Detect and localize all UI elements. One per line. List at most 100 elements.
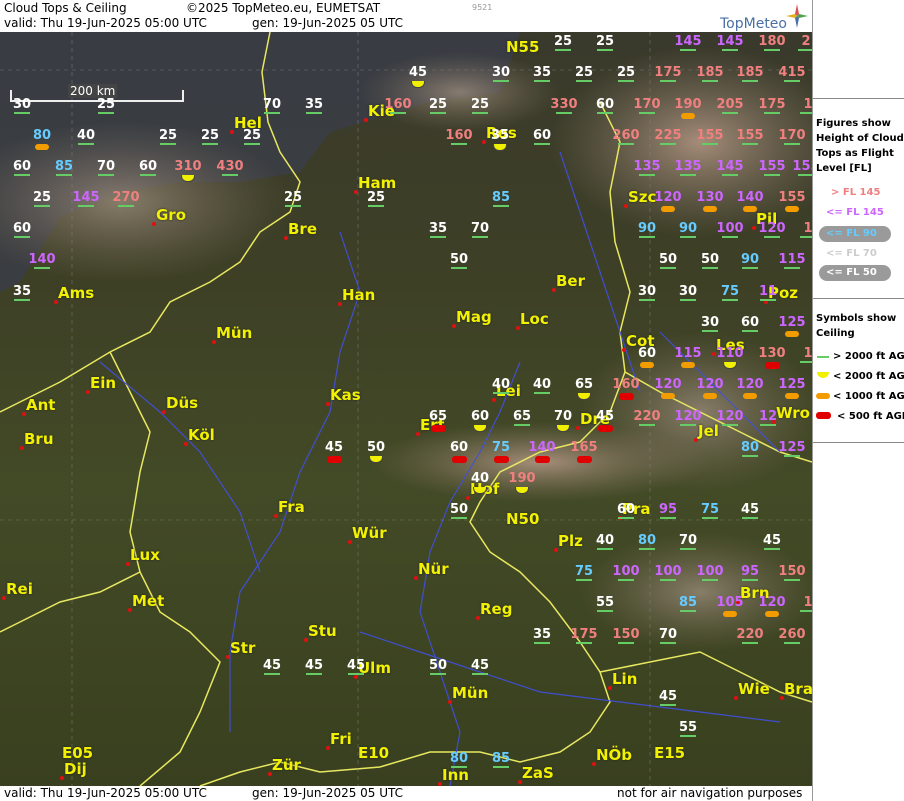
ceiling-above-2000-icon	[576, 579, 592, 581]
cloud-top-value: 115	[670, 347, 706, 368]
map-code: 9521	[472, 3, 493, 12]
cloud-top-value: 25	[366, 190, 386, 207]
cloud-top-value: 155	[788, 160, 812, 176]
ceiling-above-2000-icon	[639, 174, 655, 176]
ceiling-above-2000-icon	[784, 455, 800, 457]
ceiling-above-2000-icon	[597, 112, 613, 114]
cloud-top-value: 125	[774, 316, 810, 337]
city-label: Mün	[452, 684, 489, 702]
cloud-top-value: 25	[470, 97, 490, 114]
cloud-top-value: 25	[283, 190, 303, 207]
cloud-top-value: 25	[595, 34, 615, 51]
cloud-top-value: 125	[778, 440, 806, 457]
ceiling-above-2000-icon	[98, 174, 114, 176]
cloud-top-value: 40	[462, 472, 498, 494]
cloud-top-value: 45	[587, 410, 623, 432]
city-label: Stu	[308, 622, 337, 640]
ceiling-1000-symbol	[816, 393, 830, 399]
city-label: Ber	[556, 272, 586, 290]
ceiling-above-2000-icon	[798, 49, 812, 51]
ceiling-above-2000-icon	[702, 80, 718, 82]
ceiling-below-2000-icon	[723, 362, 737, 369]
cloud-top-value: 45	[762, 533, 782, 550]
legend-symbols-line1: Symbols show	[816, 313, 897, 324]
city-label: Han	[342, 286, 376, 304]
ceiling-above-2000-icon	[576, 642, 592, 644]
legend-title-line2: Height of Cloud	[816, 133, 904, 144]
ceiling-above-2000-icon	[760, 299, 776, 301]
ceiling-above-2000-icon	[534, 80, 550, 82]
legend-divider	[813, 298, 904, 299]
cloud-top-value: 170	[778, 128, 806, 145]
ceiling-above-2000-icon	[493, 766, 509, 768]
legend-ceiling-lt1000: < 1000 ft AGL	[833, 391, 904, 402]
copyright: ©2025 TopMeteo.eu, EUMETSAT	[186, 1, 381, 15]
cloud-top-value: 70	[262, 97, 282, 114]
footer-gen-time: gen: 19-Jun-2025 05 UTC	[252, 786, 404, 800]
cloud-top-value: 12	[758, 409, 778, 426]
legend-symbols-line2: Ceiling	[816, 328, 855, 339]
city-label: Loc	[520, 310, 549, 328]
ceiling-above-2000-icon	[660, 579, 676, 581]
ceiling-below-500-icon	[493, 456, 509, 463]
ceiling-above-2000-icon	[639, 424, 655, 426]
city-marker	[348, 540, 352, 544]
ceiling-above-2000-icon	[680, 49, 696, 51]
cloud-top-value: 85	[491, 751, 511, 768]
cloud-top-value: 50	[358, 441, 394, 463]
cloud-top-value: 145	[716, 34, 744, 51]
city-marker	[592, 762, 596, 766]
cloud-top-value: 60	[441, 441, 477, 463]
ceiling-below-1000-icon	[35, 144, 49, 150]
cloud-top-value: 70	[470, 221, 490, 238]
city-label: Dij	[64, 760, 87, 778]
city-label: Bra	[784, 680, 812, 698]
ceiling-above-2000-icon	[680, 548, 696, 550]
ceiling-above-2000-icon	[660, 517, 676, 519]
ceiling-above-2000-icon	[306, 673, 322, 675]
ceiling-above-2000-icon	[597, 610, 613, 612]
city-label: Lux	[130, 546, 160, 564]
cloud-top-value: 50	[449, 252, 469, 269]
ceiling-below-1000-icon	[785, 206, 799, 212]
satellite-map[interactable]: 200 km Kie Hel Ham Gro Bre Ams Han Ber Szc Pil Mün…	[0, 32, 812, 786]
ceiling-above-2000-icon	[368, 205, 384, 207]
topmeteo-logo[interactable]: TopMeteo	[720, 16, 787, 32]
city-label: NÖb	[596, 746, 633, 764]
city-marker	[624, 204, 628, 208]
ceiling-above-2000-icon	[390, 112, 406, 114]
ceiling-above-2000-icon	[78, 205, 94, 207]
city-label: Ein	[90, 374, 117, 392]
ceiling-above-2000-icon	[742, 80, 758, 82]
ceiling-above-2000-icon	[702, 267, 718, 269]
city-marker	[338, 302, 342, 306]
ceiling-above-2000-icon	[784, 143, 800, 145]
legend-title-line3: Tops as Flight	[816, 148, 894, 159]
city-marker	[694, 438, 698, 442]
city-label: N50	[506, 510, 540, 528]
ceiling-above-2000-icon	[742, 455, 758, 457]
city-marker	[54, 300, 58, 304]
ceiling-above-2000-icon	[764, 174, 780, 176]
cloud-top-value: 85	[54, 159, 74, 176]
cloud-top-value: 140	[524, 441, 560, 463]
ceiling-above-2000-icon	[742, 330, 758, 332]
cloud-top-value: 65	[512, 409, 532, 426]
ceiling-above-2000-icon	[680, 424, 696, 426]
cloud-top-value: 310	[170, 160, 206, 182]
city-marker	[128, 608, 132, 612]
city-marker	[284, 236, 288, 240]
cloud-top-value: 160	[445, 128, 473, 145]
cloud-top-value: 30	[678, 284, 698, 301]
ceiling-above-2000-icon	[98, 112, 114, 114]
ceiling-above-2000-icon	[800, 112, 812, 114]
cloud-top-value: 120	[758, 221, 786, 238]
ceiling-above-2000-icon	[430, 236, 446, 238]
city-label: Reg	[480, 600, 513, 618]
ceiling-above-2000-icon	[639, 299, 655, 301]
ceiling-above-2000-icon	[742, 642, 758, 644]
cloud-top-value: 175	[758, 97, 786, 114]
ceiling-above-2000-icon	[680, 735, 696, 737]
city-marker	[364, 118, 368, 122]
cloud-top-value: 185	[696, 65, 724, 82]
